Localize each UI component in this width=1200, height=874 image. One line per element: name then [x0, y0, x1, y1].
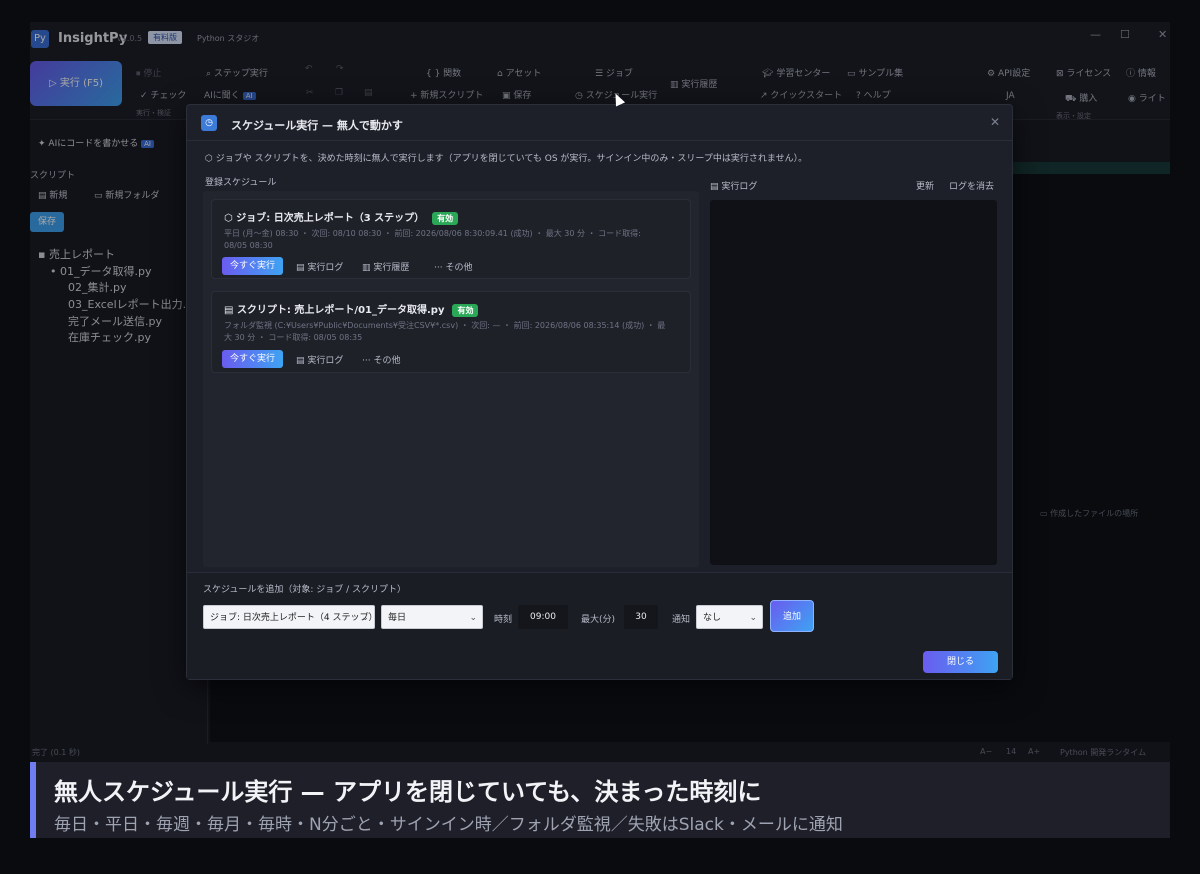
- card-log-label: 実行ログ: [307, 356, 344, 366]
- file-icon: ▤: [224, 305, 234, 316]
- dialog-title: スケジュール実行 — 無人で動かす: [231, 119, 403, 132]
- refresh-button[interactable]: 更新: [916, 179, 934, 192]
- description-text: ジョブや スクリプトを、決めた時刻に無人で実行します（アプリを閉じていても OS…: [215, 154, 808, 164]
- caption-banner: 無人スケジュール実行 — アプリを閉じていても、決まった時刻に 毎日・平日・毎週…: [30, 762, 1170, 838]
- chevron-down-icon: ⌄: [469, 613, 477, 623]
- schedule-card: ⬡ ジョブ: 日次売上レポート（3 ステップ） 有効 平日 (月〜金) 08:30…: [211, 199, 691, 279]
- schedule-list: ⬡ ジョブ: 日次売上レポート（3 ステップ） 有効 平日 (月〜金) 08:30…: [203, 191, 699, 567]
- card-log-button[interactable]: ▤ 実行ログ: [296, 353, 343, 366]
- add-schedule-heading: スケジュールを追加（対象: ジョブ / スクリプト）: [203, 585, 407, 595]
- card-history-label: 実行履歴: [373, 263, 410, 273]
- card-meta: 平日 (月〜金) 08:30 ・ 次回: 08/10 08:30 ・ 前回: 2…: [224, 229, 641, 238]
- card-meta: フォルダ監視 (C:¥Users¥Public¥Documents¥受注CSV¥…: [224, 321, 666, 330]
- cube-icon: ⬡: [205, 154, 213, 164]
- card-title: ⬡ ジョブ: 日次売上レポート（3 ステップ） 有効: [224, 209, 459, 225]
- caption-subtext: 毎日・平日・毎週・毎月・毎時・N分ごと・サインイン時／フォルダ監視／失敗はSla…: [54, 815, 843, 835]
- log-label: 実行ログ: [721, 182, 758, 192]
- card-meta: 08/05 08:30: [224, 241, 273, 250]
- card-log-label: 実行ログ: [307, 263, 344, 273]
- log-icon: ▤: [296, 356, 305, 366]
- card-log-button[interactable]: ▤ 実行ログ: [296, 260, 343, 273]
- dialog-header: ◷ スケジュール実行 — 無人で動かす ✕: [187, 105, 1012, 141]
- clear-log-button[interactable]: ログを消去: [949, 179, 994, 192]
- card-more-button[interactable]: ··· その他: [434, 260, 472, 273]
- caption-headline: 無人スケジュール実行 — アプリを閉じていても、決まった時刻に: [54, 778, 762, 806]
- notify-label: 通知: [672, 615, 691, 625]
- timer-icon: ◷: [201, 115, 217, 131]
- caption-accent-bar: [30, 762, 36, 838]
- schedule-dialog: ◷ スケジュール実行 — 無人で動かす ✕ ⬡ ジョブや スクリプトを、決めた時…: [186, 104, 1013, 680]
- log-header: ▤ 実行ログ: [710, 179, 757, 192]
- target-select[interactable]: ジョブ: 日次売上レポート（4 ステップ） ⌄: [203, 605, 375, 629]
- log-icon: ▤: [710, 182, 719, 192]
- dialog-description: ⬡ ジョブや スクリプトを、決めた時刻に無人で実行します（アプリを閉じていても …: [205, 151, 807, 164]
- max-minutes-input[interactable]: 30: [624, 605, 658, 629]
- dialog-close-button[interactable]: 閉じる: [923, 651, 998, 673]
- max-minutes-label: 最大(分): [581, 615, 616, 625]
- log-icon: ▤: [296, 263, 305, 273]
- card-more-button[interactable]: ··· その他: [362, 353, 400, 366]
- cube-icon: ⬡: [224, 213, 233, 224]
- history-icon: ▥: [362, 263, 371, 273]
- schedule-card: ▤ スクリプト: 売上レポート/01_データ取得.py 有効 フォルダ監視 (C:…: [211, 291, 691, 373]
- status-badge: 有効: [452, 304, 479, 317]
- dialog-close-icon[interactable]: ✕: [990, 115, 1000, 129]
- card-history-button[interactable]: ▥ 実行履歴: [362, 260, 409, 273]
- frequency-value: 毎日: [388, 613, 407, 623]
- frequency-select[interactable]: 毎日 ⌄: [381, 605, 483, 629]
- run-now-button[interactable]: 今すぐ実行: [222, 350, 284, 368]
- chevron-down-icon: ⌄: [361, 613, 369, 623]
- card-title-text: スクリプト: 売上レポート/01_データ取得.py: [236, 305, 445, 316]
- time-input[interactable]: 09:00: [518, 605, 568, 629]
- run-now-button[interactable]: 今すぐ実行: [222, 257, 284, 275]
- notify-select[interactable]: なし ⌄: [696, 605, 763, 629]
- registered-label: 登録スケジュール: [205, 178, 277, 188]
- chevron-down-icon: ⌄: [749, 613, 757, 623]
- time-label: 時刻: [494, 615, 513, 625]
- card-title: ▤ スクリプト: 売上レポート/01_データ取得.py 有効: [224, 301, 479, 317]
- card-title-text: ジョブ: 日次売上レポート（3 ステップ）: [236, 213, 425, 224]
- target-value: ジョブ: 日次売上レポート（4 ステップ）: [210, 613, 375, 623]
- notify-value: なし: [703, 613, 722, 623]
- status-badge: 有効: [432, 212, 459, 225]
- log-output[interactable]: [710, 200, 997, 565]
- add-schedule-button[interactable]: 追加: [770, 600, 814, 632]
- card-meta: 大 30 分 ・ コード取得: 08/05 08:35: [224, 333, 363, 342]
